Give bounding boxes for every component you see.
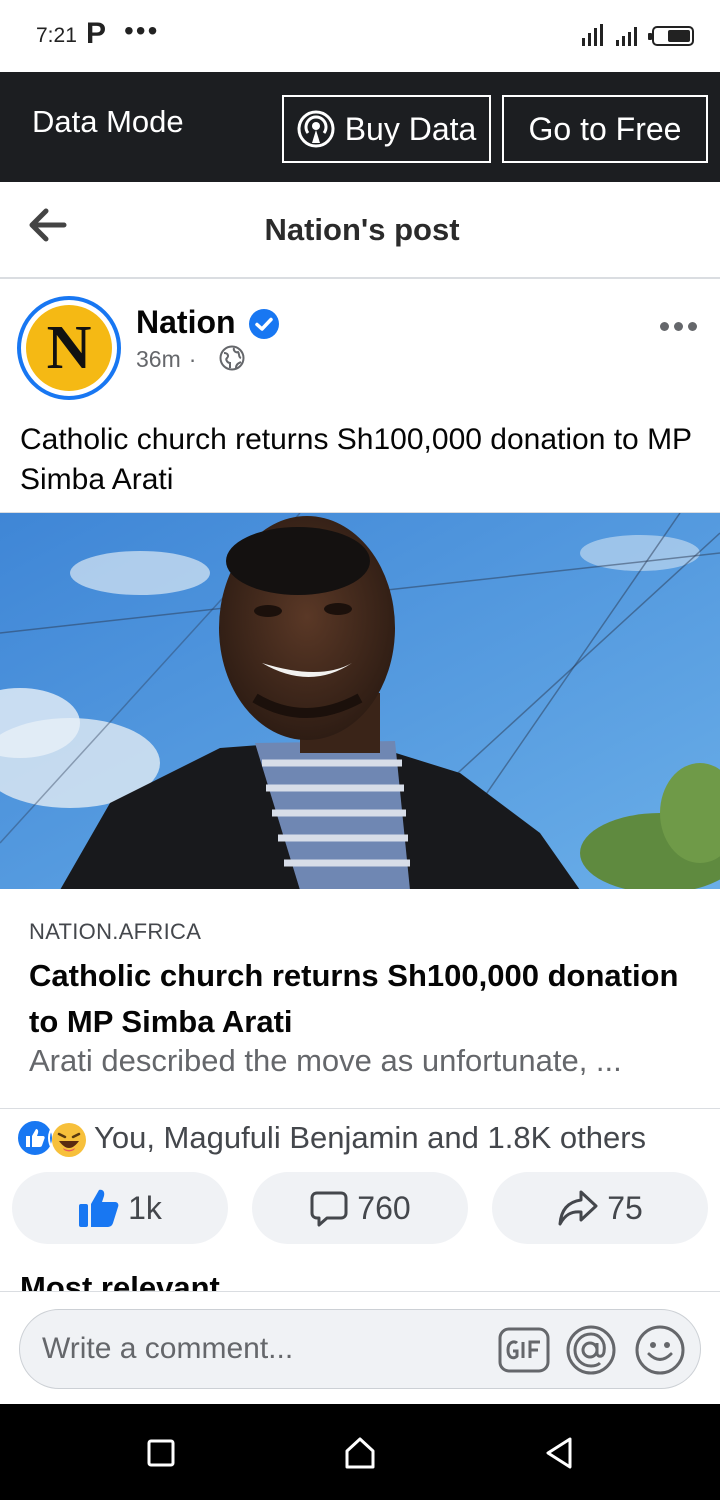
system-nav-bar — [0, 1404, 720, 1500]
comment-button[interactable]: 760 — [252, 1172, 468, 1244]
status-overflow-icon: ••• — [124, 15, 160, 46]
author-name[interactable]: Nation — [136, 304, 236, 341]
thumbs-up-icon — [79, 1189, 119, 1227]
data-mode-bar: Data Mode Buy Data Go to Free — [0, 72, 720, 182]
share-button[interactable]: 75 — [492, 1172, 708, 1244]
like-button[interactable]: 1k — [12, 1172, 228, 1244]
comment-count: 760 — [357, 1189, 411, 1226]
buy-data-label: Buy Data — [344, 110, 477, 147]
link-title: Catholic church returns Sh100,000 donati… — [29, 958, 679, 1039]
emoji-icon[interactable] — [635, 1325, 685, 1380]
data-mode-label: Data Mode — [32, 104, 184, 139]
battery-icon — [648, 26, 694, 46]
comment-icon — [310, 1191, 348, 1227]
post-actions: 1k 760 75 — [0, 1172, 720, 1244]
status-bar: 7:21 P ••• — [0, 0, 720, 72]
share-icon — [558, 1190, 598, 1226]
go-to-free-button[interactable]: Go to Free — [502, 95, 708, 163]
link-description: Arati described the move as unfortunate,… — [29, 1043, 622, 1078]
post-header: Nation's post — [0, 182, 720, 279]
post-meta: 36m · — [136, 346, 204, 373]
go-to-free-label: Go to Free — [528, 110, 682, 147]
share-count: 75 — [607, 1189, 643, 1226]
status-time: 7:21 — [36, 24, 77, 47]
post-text: Catholic church returns Sh100,000 donati… — [20, 423, 692, 496]
more-options-icon[interactable] — [660, 322, 702, 334]
reactions-summary[interactable]: You, Magufuli Benjamin and 1.8K others — [16, 1118, 646, 1158]
page-title: Nation's post — [264, 212, 460, 247]
broadcast-icon — [297, 110, 335, 148]
gif-icon[interactable] — [498, 1326, 550, 1379]
link-preview-image[interactable] — [0, 512, 720, 889]
post-time[interactable]: 36m — [136, 346, 181, 372]
globe-icon — [219, 345, 245, 376]
home-icon[interactable] — [344, 1436, 376, 1475]
haha-reaction-icon — [48, 1119, 86, 1157]
meta-separator: · — [188, 346, 197, 372]
comments-filter[interactable]: Most relevant — [20, 1268, 220, 1292]
like-count: 1k — [128, 1189, 162, 1226]
verified-badge-icon — [248, 308, 280, 345]
app-notification-icon: P — [86, 17, 107, 50]
comment-input[interactable]: Write a comment... — [19, 1309, 701, 1389]
buy-data-button[interactable]: Buy Data — [282, 95, 491, 163]
recent-apps-icon[interactable] — [147, 1439, 175, 1472]
signal-icon — [582, 22, 644, 53]
avatar-letter: N — [26, 305, 112, 391]
link-preview-card[interactable]: NATION.AFRICA Catholic church returns Sh… — [0, 889, 720, 1109]
reactions-text: You, Magufuli Benjamin and 1.8K others — [94, 1120, 647, 1155]
link-domain: NATION.AFRICA — [29, 919, 202, 944]
comment-composer: Write a comment... — [0, 1291, 720, 1404]
avatar[interactable]: N — [17, 296, 121, 400]
mention-icon[interactable] — [566, 1325, 616, 1380]
back-triangle-icon[interactable] — [545, 1436, 573, 1475]
comment-placeholder: Write a comment... — [42, 1332, 294, 1365]
